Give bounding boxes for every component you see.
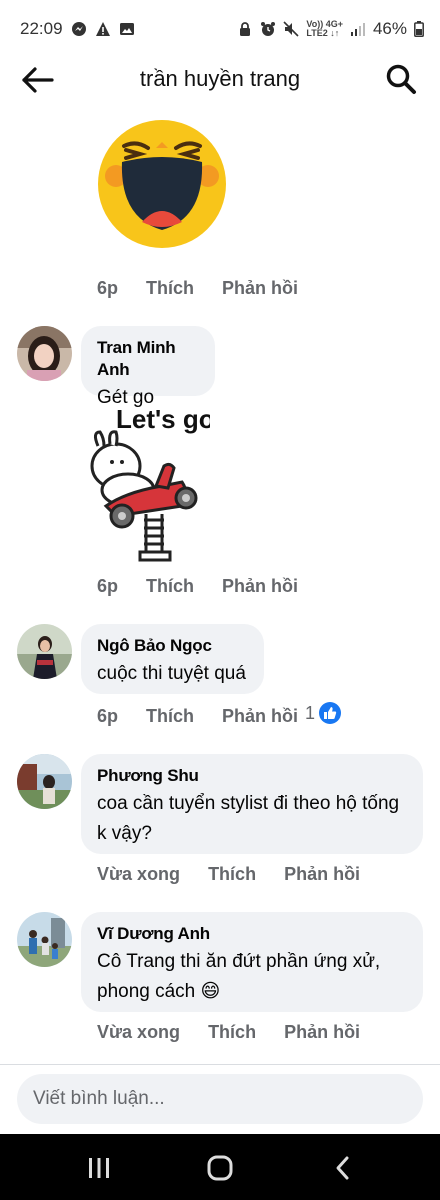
comment-time: Vừa xong [97,864,181,884]
comment-time: 6p [97,706,119,726]
avatar-image [17,912,72,967]
warning-icon [95,22,110,36]
app-header: trần huyền trang [0,58,440,102]
page-title: trần huyền trang [139,66,301,91]
back-nav-button[interactable] [328,1154,358,1182]
reaction-summary[interactable]: 1 [305,702,342,724]
status-time: 22:09 [20,19,63,38]
lock-icon [240,22,251,36]
comment-author[interactable]: Ngô Bảo Ngọc [97,635,248,657]
comment-text-line-2: k vậy? [97,823,152,844]
avatar-image [17,754,72,809]
home-button[interactable] [205,1154,235,1182]
messenger-icon [71,22,86,36]
sticker-text: Let's go [116,404,210,434]
lets-go-sticker: Let's go [90,404,210,562]
comment-actions: Vừa xong Thích Phản hồi [97,864,360,885]
battery-percent: 46% [372,19,407,38]
recent-apps-button[interactable] [84,1154,114,1182]
like-reaction-icon [319,702,342,724]
reply-button[interactable]: Phản hồi [222,576,298,597]
grinning-emoji: 😄 [200,981,221,1002]
gallery-icon [119,23,134,35]
comment-author[interactable]: Phương Shu [97,765,407,787]
comment-bubble: Tran Minh Anh Gét go [81,326,215,408]
like-button[interactable]: Thích [146,576,194,597]
laughing-face-sticker [98,120,226,248]
reply-button[interactable]: Phản hồi [284,864,360,885]
reply-button[interactable]: Phản hồi [222,278,298,299]
comment-bubble: Phương Shu coa cần tuyển stylist đi theo… [81,754,423,854]
comment-time: Vừa xong [97,1022,181,1042]
like-button[interactable]: Thích [208,1022,256,1043]
avatar[interactable] [17,326,72,381]
comment-time: 6p [97,576,119,596]
comment-text: cuộc thi tuyệt quá [97,663,246,684]
status-bar: 22:09 Vo)) 4G+ LTE2 ↓↑ 46% [0,0,440,58]
search-icon [386,64,416,94]
signal-icon [350,23,365,36]
comment-actions: 6p Thích Phản hồi [97,278,298,299]
search-button[interactable] [384,62,418,96]
comment-text-line-2: phong cách 😄 [97,977,407,1007]
comment-text-line-1: coa cần tuyển stylist đi theo hộ tống [97,793,400,814]
comment-author[interactable]: Tran Minh Anh [97,337,199,381]
system-nav-bar [0,1134,440,1200]
home-icon [207,1155,233,1181]
avatar-image [17,624,72,679]
avatar[interactable] [17,912,72,967]
recent-apps-icon [89,1158,109,1178]
battery-icon [414,21,424,37]
reply-button[interactable]: Phản hồi [284,1022,360,1043]
comment-actions: 6p Thích Phản hồi [97,576,298,597]
alarm-icon [261,22,276,36]
like-button[interactable]: Thích [146,706,194,727]
comment-author[interactable]: Vĩ Dương Anh [97,923,407,945]
like-button[interactable]: Thích [146,278,194,299]
composer-divider [0,1064,440,1065]
comment-bubble: Vĩ Dương Anh Cô Trang thi ăn đứt phần ứn… [81,912,423,1012]
reaction-count: 1 [305,702,316,723]
comment-actions: Vừa xong Thích Phản hồi [97,1022,360,1043]
comment-actions: 6p Thích Phản hồi [97,706,298,727]
like-button[interactable]: Thích [208,864,256,885]
comment-input[interactable] [17,1074,423,1124]
comment-text-line-2-text: phong cách [97,981,196,1002]
comment-time: 6p [97,278,119,298]
chevron-left-icon [336,1156,349,1180]
mute-icon [283,21,299,37]
comment-bubble: Ngô Bảo Ngọc cuộc thi tuyệt quá [81,624,264,694]
comment-text-line-1: Cô Trang thi ăn đứt phần ứng xử, [97,951,381,972]
avatar[interactable] [17,754,72,809]
avatar-image [17,326,72,381]
comment-list[interactable]: 6p Thích Phản hồi Tran Minh Anh Gét go L… [0,102,440,1064]
avatar[interactable] [17,624,72,679]
reply-button[interactable]: Phản hồi [222,706,298,727]
network-indicator: Vo)) 4G+ LTE2 ↓↑ [306,19,343,38]
